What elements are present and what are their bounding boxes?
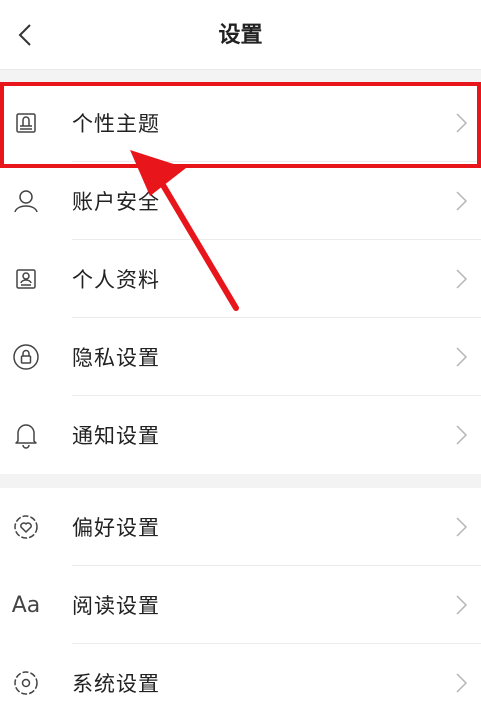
menu-item-label: 账户安全 bbox=[72, 190, 160, 214]
menu-item-label: 偏好设置 bbox=[72, 516, 160, 540]
menu-item-account-security[interactable]: 账户安全 bbox=[0, 162, 481, 240]
chevron-right-icon bbox=[456, 113, 468, 133]
menu-item-privacy-settings[interactable]: 隐私设置 bbox=[0, 318, 481, 396]
group-divider bbox=[0, 474, 481, 488]
theme-brush-icon bbox=[10, 107, 42, 139]
menu-item-label: 系统设置 bbox=[72, 672, 160, 696]
menu-item-label: 通知设置 bbox=[72, 424, 160, 448]
chevron-right-icon bbox=[456, 347, 468, 367]
bell-icon bbox=[10, 419, 42, 451]
chevron-right-icon bbox=[456, 517, 468, 537]
menu-item-reading-settings[interactable]: Aa 阅读设置 bbox=[0, 566, 481, 644]
lock-icon bbox=[10, 341, 42, 373]
chevron-right-icon bbox=[456, 425, 468, 445]
menu-item-label: 隐私设置 bbox=[72, 346, 160, 370]
menu-item-personal-profile[interactable]: 个人资料 bbox=[0, 240, 481, 318]
chevron-right-icon bbox=[456, 269, 468, 289]
top-bar: 设置 bbox=[0, 0, 481, 70]
profile-card-icon bbox=[10, 263, 42, 295]
menu-item-preference-settings[interactable]: 偏好设置 bbox=[0, 488, 481, 566]
page-title: 设置 bbox=[218, 23, 263, 48]
menu-item-label: 个性主题 bbox=[72, 112, 160, 136]
settings-group-1: 个性主题 账户安全 个人资料 隐私设置 通知设置 bbox=[0, 84, 481, 474]
user-icon bbox=[10, 185, 42, 217]
chevron-right-icon bbox=[456, 595, 468, 615]
menu-item-notification-settings[interactable]: 通知设置 bbox=[0, 396, 481, 474]
system-gear-icon bbox=[10, 667, 42, 699]
settings-group-2: 偏好设置 Aa 阅读设置 系统设置 bbox=[0, 488, 481, 710]
font-aa-icon: Aa bbox=[11, 592, 41, 618]
menu-item-personal-theme[interactable]: 个性主题 bbox=[0, 84, 481, 162]
chevron-right-icon bbox=[456, 673, 468, 693]
heart-gear-icon bbox=[10, 511, 42, 543]
menu-item-label: 阅读设置 bbox=[72, 594, 160, 618]
group-divider bbox=[0, 70, 481, 84]
menu-item-system-settings[interactable]: 系统设置 bbox=[0, 644, 481, 710]
chevron-right-icon bbox=[456, 191, 468, 211]
menu-item-label: 个人资料 bbox=[72, 268, 160, 292]
